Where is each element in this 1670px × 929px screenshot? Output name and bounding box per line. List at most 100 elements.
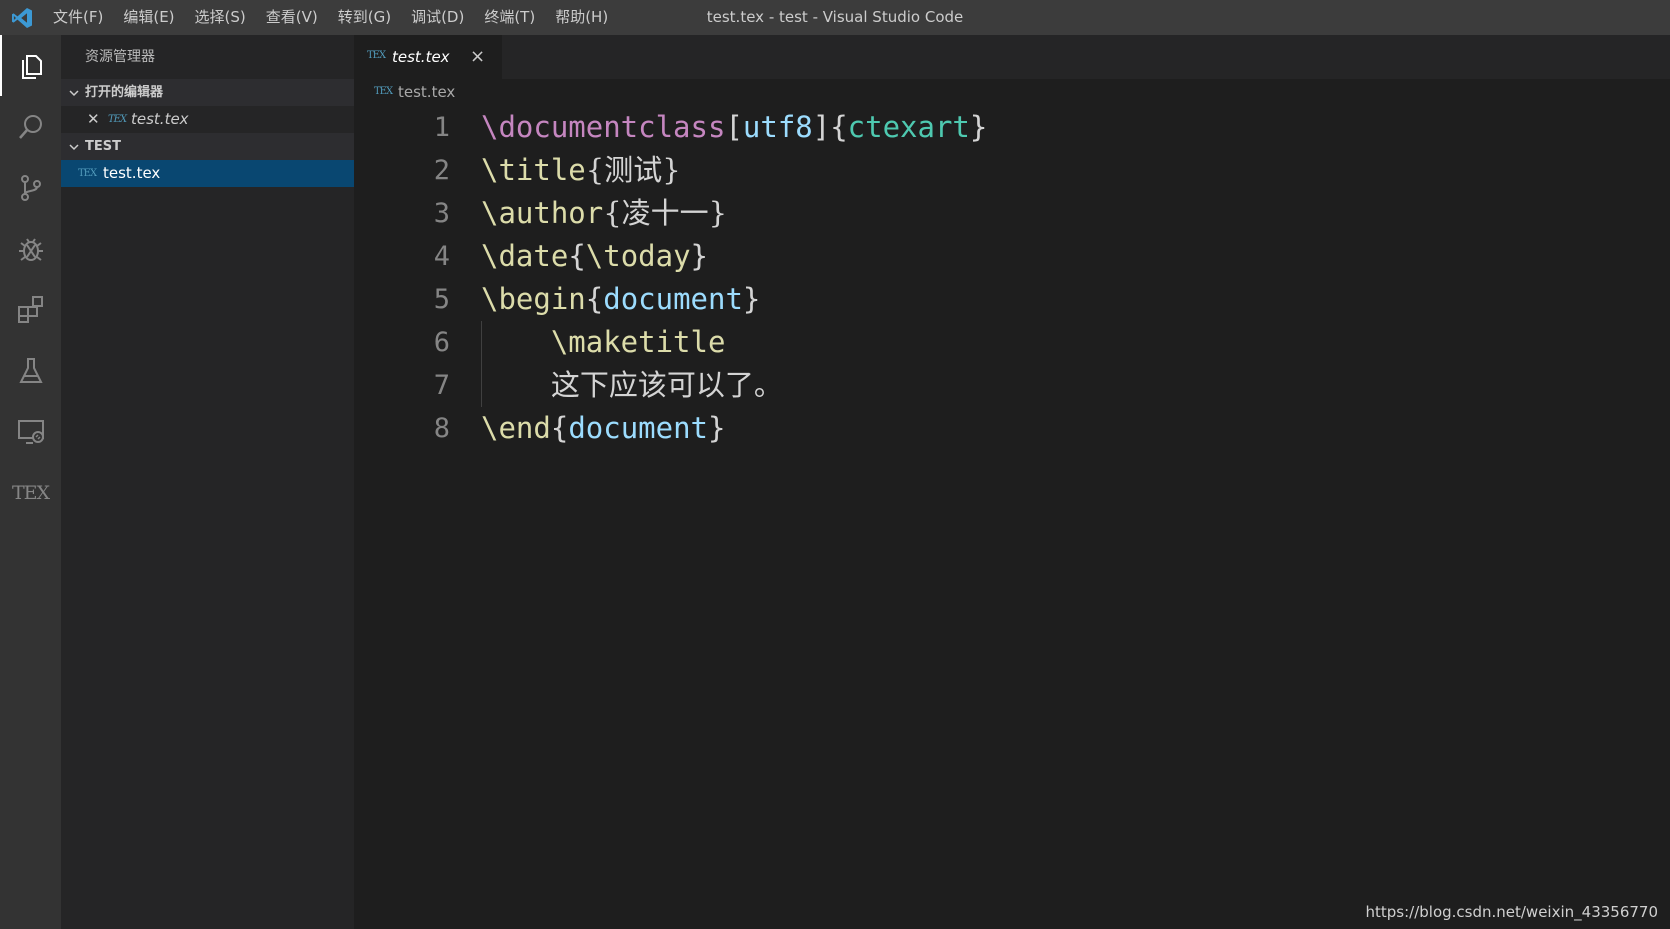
line-number: 3 — [433, 198, 450, 229]
tab-bar: TEX test.tex × — [354, 35, 1670, 79]
line-number: 1 — [433, 112, 450, 143]
code-token: \end — [481, 411, 551, 445]
line-number: 8 — [433, 413, 450, 444]
watermark: https://blog.csdn.net/weixin_43356770 — [1365, 903, 1658, 921]
remote-explorer-icon — [17, 419, 44, 444]
activity-remote-explorer[interactable] — [0, 401, 61, 462]
code-token: \author — [481, 196, 604, 230]
tex-icon: TEX — [11, 481, 50, 504]
line-number: 7 — [433, 370, 450, 401]
activity-source-control[interactable] — [0, 157, 61, 218]
editor-area: TEX test.tex × TEX test.tex 1 \documentcl… — [354, 35, 1670, 929]
code-token: \begin — [481, 282, 586, 316]
code-token: \maketitle — [550, 325, 726, 359]
activity-explorer[interactable] — [0, 35, 61, 96]
search-icon — [18, 114, 42, 139]
activity-bar: TEX — [0, 35, 61, 929]
file-name: test.tex — [103, 164, 161, 182]
file-item[interactable]: TEX test.tex — [61, 160, 354, 187]
activity-debug[interactable] — [0, 218, 61, 279]
menu-file[interactable]: 文件(F) — [43, 0, 113, 35]
title-bar: 文件(F) 编辑(E) 选择(S) 查看(V) 转到(G) 调试(D) 终端(T… — [0, 0, 1670, 35]
code-line[interactable]: 5 \begin{document} — [354, 278, 1670, 321]
code-token: \today — [585, 239, 691, 273]
code-editor[interactable]: 1 \documentclass[utf8]{ctexart} 2 \title{测试… — [354, 106, 1670, 450]
vscode-icon[interactable] — [10, 6, 34, 30]
code-token: \date — [481, 239, 569, 273]
line-number: 5 — [433, 284, 450, 315]
tex-file-icon: TEX — [367, 50, 386, 61]
code-line[interactable]: 8 \end{document} — [354, 407, 1670, 450]
chevron-down-icon — [67, 133, 81, 160]
tab-test-tex[interactable]: TEX test.tex × — [354, 35, 502, 79]
explorer-icon — [21, 54, 42, 79]
line-number: 6 — [433, 327, 450, 358]
menu-bar: 文件(F) 编辑(E) 选择(S) 查看(V) 转到(G) 调试(D) 终端(T… — [43, 0, 618, 35]
line-text: \author{凌十一} — [481, 192, 727, 235]
menu-selection[interactable]: 选择(S) — [185, 0, 256, 35]
folder-section[interactable]: TEST — [61, 133, 354, 160]
menu-terminal[interactable]: 终端(T) — [474, 0, 545, 35]
code-line[interactable]: 1 \documentclass[utf8]{ctexart} — [354, 106, 1670, 149]
line-text: \begin{document} — [481, 278, 760, 321]
code-token: \title — [481, 153, 586, 187]
breadcrumb-file[interactable]: test.tex — [398, 79, 455, 106]
open-editor-item[interactable]: ✕ TEX test.tex — [61, 106, 354, 133]
line-text: \maketitle — [481, 321, 726, 364]
code-token: document — [603, 282, 743, 316]
code-token: } — [708, 411, 726, 445]
tex-file-icon: TEX — [108, 114, 127, 125]
code-token: } — [690, 239, 709, 273]
line-number: 4 — [433, 241, 450, 272]
activity-search[interactable] — [0, 96, 61, 157]
menu-view[interactable]: 查看(V) — [256, 0, 328, 35]
activity-tex[interactable]: TEX — [0, 462, 61, 523]
menu-debug[interactable]: 调试(D) — [401, 0, 474, 35]
activity-extensions[interactable] — [0, 279, 61, 340]
menu-help[interactable]: 帮助(H) — [545, 0, 618, 35]
breadcrumb: TEX test.tex — [354, 79, 1670, 106]
line-text: \end{document} — [481, 407, 725, 450]
line-number: 2 — [433, 155, 450, 186]
code-token: \documentclass — [481, 110, 726, 144]
code-token: } — [969, 110, 988, 144]
close-icon[interactable]: × — [470, 35, 485, 79]
code-line[interactable]: 3 \author{凌十一} — [354, 192, 1670, 235]
extensions-icon — [17, 295, 43, 323]
code-token: { — [585, 282, 604, 316]
code-token: [ — [725, 110, 743, 144]
folder-title: TEST — [85, 139, 121, 154]
activity-test[interactable] — [0, 340, 61, 401]
code-token: } — [742, 282, 761, 316]
chevron-down-icon — [67, 79, 81, 106]
sidebar-title: 资源管理器 — [85, 49, 155, 65]
menu-go[interactable]: 转到(G) — [328, 0, 401, 35]
code-token: 这下应该可以了。 — [550, 368, 783, 402]
test-icon — [18, 357, 43, 383]
code-token: ]{ — [812, 110, 848, 144]
code-token: {凌十一} — [603, 196, 728, 230]
line-text: 这下应该可以了。 — [481, 364, 783, 407]
code-token: { — [550, 411, 569, 445]
line-text: \title{测试} — [481, 149, 681, 192]
code-token: document — [568, 411, 708, 445]
open-editors-section[interactable]: 打开的编辑器 — [61, 79, 354, 106]
code-line[interactable]: 7 这下应该可以了。 — [354, 364, 1670, 407]
source-control-icon — [20, 174, 41, 201]
code-line[interactable]: 2 \title{测试} — [354, 149, 1670, 192]
open-editors-title: 打开的编辑器 — [85, 85, 164, 100]
menu-edit[interactable]: 编辑(E) — [113, 0, 184, 35]
code-token: { — [568, 239, 586, 273]
vscode-window: 文件(F) 编辑(E) 选择(S) 查看(V) 转到(G) 调试(D) 终端(T… — [0, 0, 1670, 929]
line-text: \documentclass[utf8]{ctexart} — [481, 106, 987, 149]
tex-file-icon: TEX — [374, 86, 393, 97]
line-text: \date{\today} — [481, 235, 708, 278]
tab-label: test.tex — [392, 48, 450, 66]
code-token: {测试} — [585, 153, 681, 187]
code-line[interactable]: 4 \date{\today} — [354, 235, 1670, 278]
close-icon[interactable]: ✕ — [87, 106, 100, 133]
open-editor-filename: test.tex — [131, 110, 189, 128]
code-line[interactable]: 6 \maketitle — [354, 321, 1670, 364]
